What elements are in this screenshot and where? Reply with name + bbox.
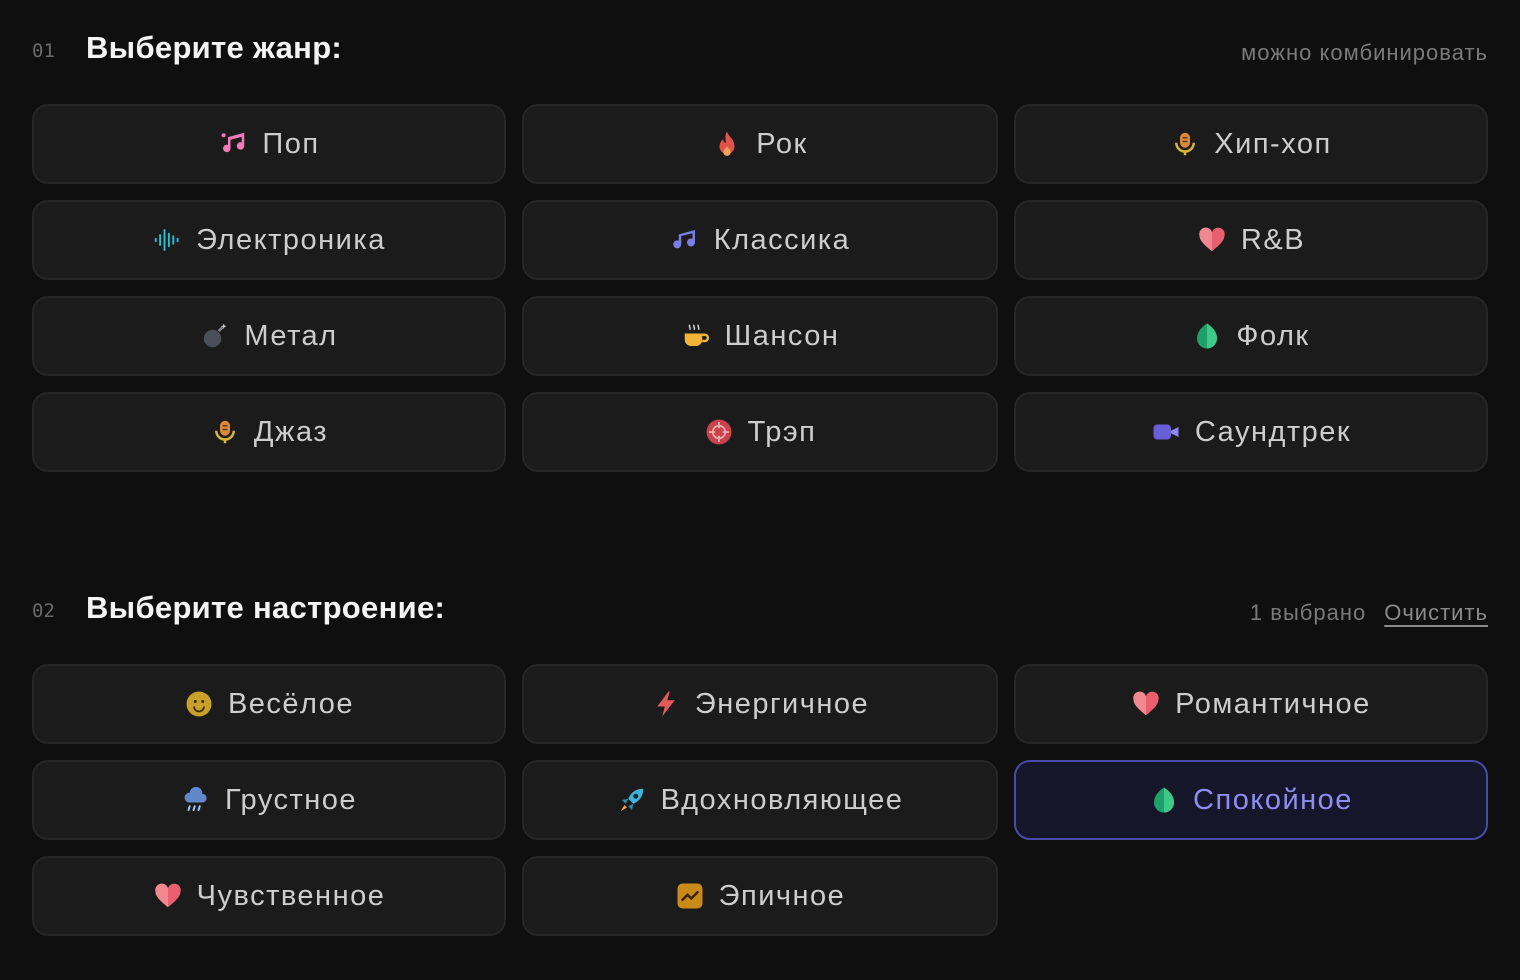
mood-chip[interactable]: Вдохновляющее bbox=[522, 760, 998, 840]
section-number: 01 bbox=[32, 40, 55, 62]
mood-label: Романтичное bbox=[1175, 687, 1371, 720]
genre-chip[interactable]: Поп bbox=[32, 104, 506, 184]
mood-label: Весёлое bbox=[227, 687, 355, 720]
microphone-icon bbox=[1170, 129, 1200, 159]
genre-label: Электроника bbox=[196, 223, 386, 256]
crosshair-icon bbox=[704, 417, 734, 447]
genre-label: Хип-хоп bbox=[1214, 127, 1332, 160]
genre-chip[interactable]: Трэп bbox=[522, 392, 998, 472]
genre-section: 01 Выберите жанр: можно комбинировать По… bbox=[32, 0, 1488, 472]
section-title: Выберите жанр: bbox=[86, 30, 343, 65]
genre-chip[interactable]: Хип-хоп bbox=[1014, 104, 1488, 184]
section-number: 02 bbox=[32, 600, 55, 622]
genre-chip[interactable]: Классика bbox=[522, 200, 998, 280]
genre-chip[interactable]: Электроника bbox=[32, 200, 506, 280]
hot-beverage-icon bbox=[681, 321, 711, 351]
clear-button[interactable]: Очистить bbox=[1384, 600, 1488, 626]
section-title: Выберите настроение: bbox=[86, 590, 446, 625]
bomb-icon bbox=[200, 321, 230, 351]
mood-label: Эпичное bbox=[718, 879, 846, 912]
genre-label: Метал bbox=[244, 319, 338, 352]
mood-label: Вдохновляющее bbox=[660, 783, 904, 816]
genre-label: Поп bbox=[262, 127, 320, 160]
mood-label: Спокойное bbox=[1193, 783, 1353, 816]
genre-label: Шансон bbox=[724, 319, 840, 352]
genre-label: Трэп bbox=[747, 415, 817, 448]
heart-icon bbox=[153, 881, 183, 911]
genre-chip[interactable]: Фолк bbox=[1014, 296, 1488, 376]
mood-grid: Весёлое Энергичное Романтичное Грустное Вдох… bbox=[32, 664, 1488, 936]
mood-chip[interactable]: Эпичное bbox=[522, 856, 998, 936]
sound-wave-icon bbox=[152, 225, 182, 255]
mood-label: Энергичное bbox=[694, 687, 870, 720]
leaf-icon bbox=[1192, 321, 1222, 351]
smiley-icon bbox=[184, 689, 214, 719]
genre-chip[interactable]: Джаз bbox=[32, 392, 506, 472]
heart-icon bbox=[1197, 225, 1227, 255]
heart-icon bbox=[1131, 689, 1161, 719]
genre-chip[interactable]: Шансон bbox=[522, 296, 998, 376]
fire-icon bbox=[712, 129, 742, 159]
mood-chip[interactable]: Романтичное bbox=[1014, 664, 1488, 744]
genre-label: Классика bbox=[713, 223, 851, 256]
rain-cloud-icon bbox=[181, 785, 211, 815]
chart-up-icon bbox=[675, 881, 705, 911]
genre-label: R&B bbox=[1240, 223, 1306, 256]
mood-chip[interactable]: Весёлое bbox=[32, 664, 506, 744]
mood-chip[interactable]: Спокойное bbox=[1014, 760, 1488, 840]
mood-chip[interactable]: Энергичное bbox=[522, 664, 998, 744]
mood-section-header: 02 Выберите настроение: 1 выбрано Очисти… bbox=[32, 560, 1488, 664]
microphone-icon bbox=[210, 417, 240, 447]
mood-label: Чувственное bbox=[196, 879, 386, 912]
mood-label: Грустное bbox=[224, 783, 358, 816]
genre-label: Джаз bbox=[253, 415, 329, 448]
mood-chip[interactable]: Грустное bbox=[32, 760, 506, 840]
genre-grid: Поп Рок Хип-хоп Электроника Классика R&B Метал… bbox=[32, 104, 1488, 472]
selected-count: 1 выбрано bbox=[1249, 600, 1367, 625]
genre-label: Саундтрек bbox=[1194, 415, 1352, 448]
combine-hint: можно комбинировать bbox=[1241, 40, 1488, 65]
genre-label: Рок bbox=[756, 127, 808, 160]
lightning-icon bbox=[651, 689, 681, 719]
mood-section: 02 Выберите настроение: 1 выбрано Очисти… bbox=[32, 560, 1488, 936]
video-camera-icon bbox=[1151, 417, 1181, 447]
genre-section-header: 01 Выберите жанр: можно комбинировать bbox=[32, 0, 1488, 104]
genre-chip[interactable]: R&B bbox=[1014, 200, 1488, 280]
rocket-icon bbox=[617, 785, 647, 815]
section-hint: можно комбинировать bbox=[1241, 40, 1488, 66]
genre-label: Фолк bbox=[1236, 319, 1310, 352]
genre-chip[interactable]: Рок bbox=[522, 104, 998, 184]
leaf-icon bbox=[1149, 785, 1179, 815]
genre-chip[interactable]: Саундтрек bbox=[1014, 392, 1488, 472]
genre-chip[interactable]: Метал bbox=[32, 296, 506, 376]
mood-meta: 1 выбрано Очистить bbox=[1250, 600, 1488, 626]
music-note-icon bbox=[670, 225, 700, 255]
music-notes-icon bbox=[218, 129, 248, 159]
mood-chip[interactable]: Чувственное bbox=[32, 856, 506, 936]
